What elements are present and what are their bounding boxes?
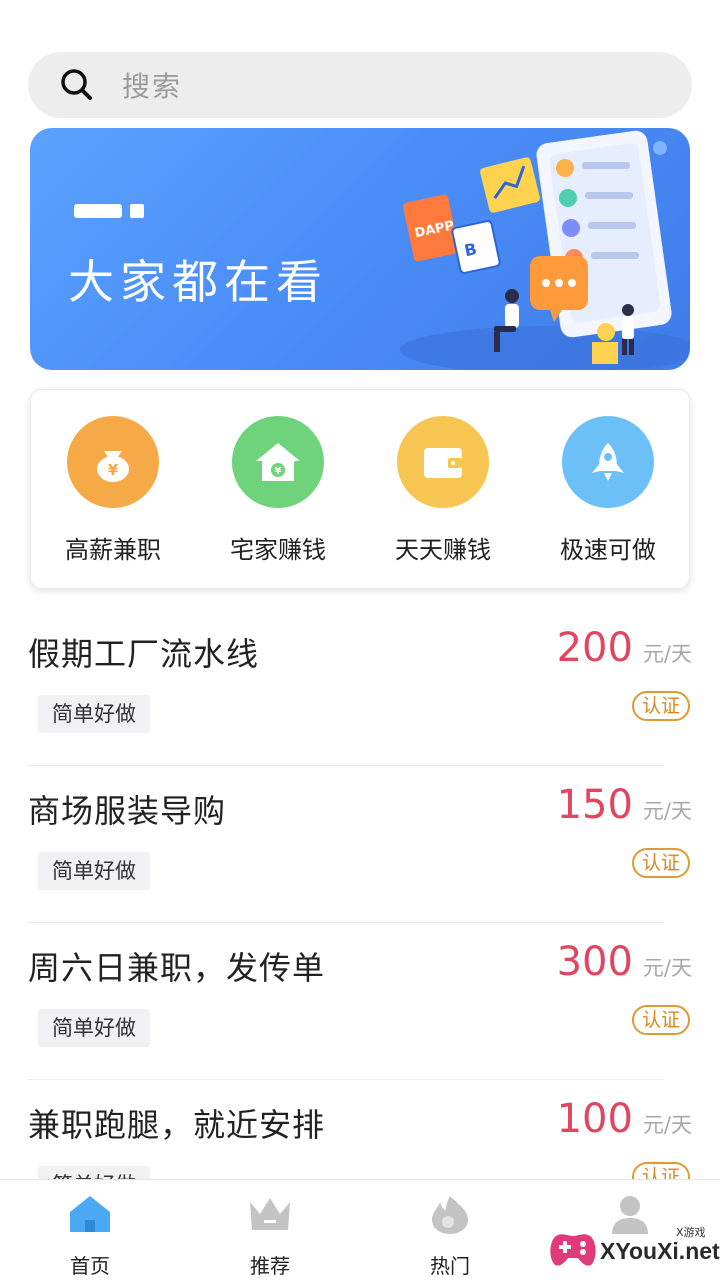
nav-recommend[interactable]: 推荐 <box>210 1194 330 1279</box>
nav-label: 首页 <box>70 1254 110 1278</box>
category-home-earning[interactable]: ¥ 宅家赚钱 <box>208 416 348 565</box>
job-tag: 简单好做 <box>38 1009 150 1047</box>
price-value: 200 <box>556 625 633 671</box>
banner-illustration: DAPP B <box>400 130 690 370</box>
job-title: 假期工厂流水线 <box>28 635 260 673</box>
search-icon <box>61 69 92 100</box>
job-price: 200 元/天 <box>557 625 692 671</box>
nav-hot[interactable]: 热门 <box>390 1194 510 1279</box>
price-unit: 元/天 <box>642 1113 692 1137</box>
nav-label: 热门 <box>430 1254 470 1278</box>
job-item[interactable]: 周六日兼职，发传单 简单好做 300 元/天 认证 <box>28 923 692 1080</box>
job-item[interactable]: 假期工厂流水线 简单好做 200 元/天 认证 <box>28 609 692 766</box>
rocket-icon <box>562 416 654 508</box>
job-title: 兼职跑腿，就近安排 <box>28 1106 326 1144</box>
banner-decoration <box>130 204 144 218</box>
category-label: 极速可做 <box>560 536 656 564</box>
verified-badge: 认证 <box>631 848 690 878</box>
flame-icon <box>432 1196 468 1234</box>
price-unit: 元/天 <box>642 799 692 823</box>
nav-label: 推荐 <box>250 1254 290 1278</box>
site-watermark: X游戏 XYouXi.net <box>548 1218 720 1276</box>
wallet-icon <box>397 416 489 508</box>
category-label: 高薪兼职 <box>65 536 161 564</box>
price-value: 300 <box>556 939 633 985</box>
verified-badge: 认证 <box>631 1005 690 1035</box>
job-price: 100 元/天 <box>557 1096 692 1142</box>
job-tag: 简单好做 <box>38 852 150 890</box>
banner-decoration <box>74 204 122 218</box>
money-bag-icon: ¥ <box>67 416 159 508</box>
crown-icon <box>250 1198 290 1230</box>
svg-text:¥: ¥ <box>108 461 119 479</box>
watermark-text: XYouXi.net <box>600 1238 720 1264</box>
job-title: 周六日兼职，发传单 <box>28 949 326 987</box>
search-bar[interactable]: 搜索 <box>28 52 692 118</box>
job-price: 150 元/天 <box>557 782 692 828</box>
house-icon: ¥ <box>232 416 324 508</box>
nav-home[interactable]: 首页 <box>30 1194 150 1279</box>
category-quick-start[interactable]: 极速可做 <box>538 416 678 565</box>
banner[interactable]: 大家都在看 DAPP B <box>30 128 690 370</box>
category-label: 宅家赚钱 <box>230 536 326 564</box>
verified-badge: 认证 <box>631 691 690 721</box>
category-card: ¥ 高薪兼职 ¥ 宅家赚钱 天天赚钱 极速可做 <box>30 389 690 589</box>
price-unit: 元/天 <box>642 956 692 980</box>
job-tag: 简单好做 <box>38 695 150 733</box>
gamepad-icon <box>550 1234 596 1266</box>
price-value: 150 <box>556 782 633 828</box>
price-unit: 元/天 <box>642 642 692 666</box>
job-item[interactable]: 商场服装导购 简单好做 150 元/天 认证 <box>28 766 692 923</box>
category-label: 天天赚钱 <box>395 536 491 564</box>
category-daily-earning[interactable]: 天天赚钱 <box>373 416 513 565</box>
search-input[interactable]: 搜索 <box>122 65 182 105</box>
banner-title: 大家都在看 <box>68 255 328 309</box>
job-price: 300 元/天 <box>557 939 692 985</box>
category-high-salary[interactable]: ¥ 高薪兼职 <box>43 416 183 565</box>
price-value: 100 <box>556 1096 633 1142</box>
svg-text:¥: ¥ <box>275 466 282 477</box>
home-icon <box>70 1196 110 1232</box>
job-title: 商场服装导购 <box>28 792 227 830</box>
